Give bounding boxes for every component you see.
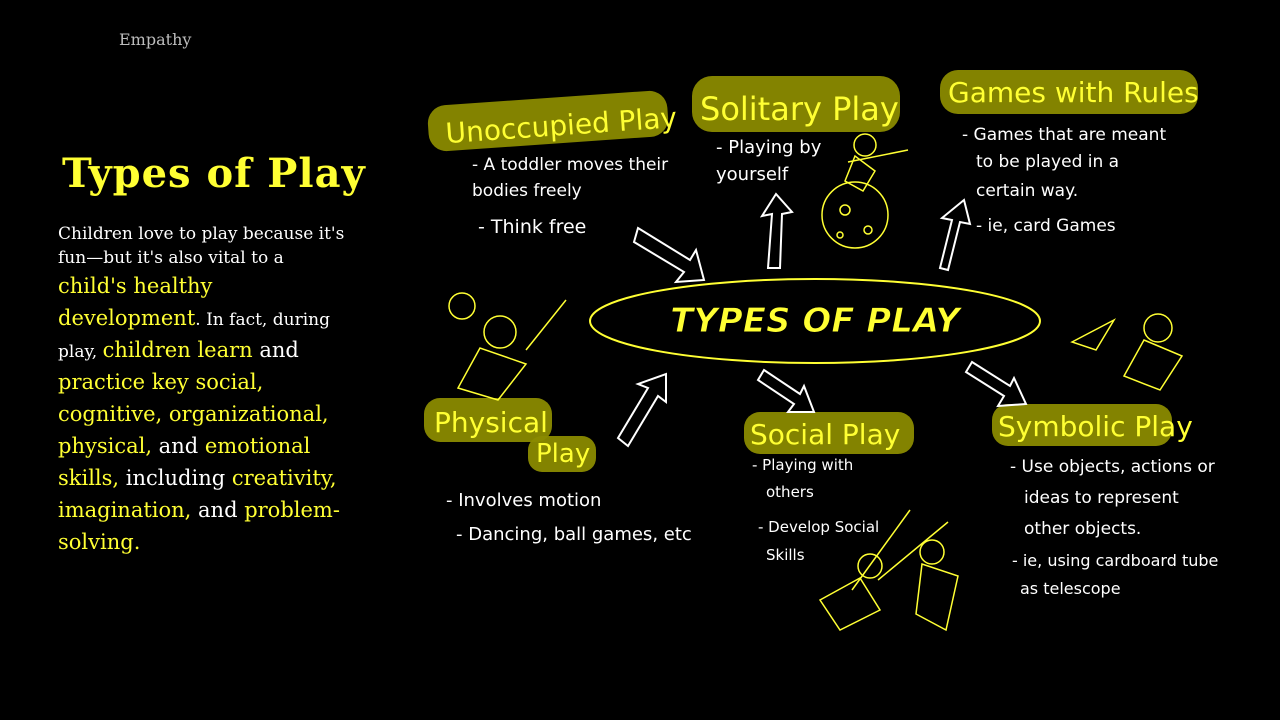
social-line-1: - Playing with <box>752 456 853 474</box>
node-unoccupied: Unoccupied Play - A toddler moves their … <box>427 90 678 238</box>
astronaut-paper-plane-icon <box>1070 313 1184 391</box>
unoccupied-line-1: - A toddler moves their <box>472 155 668 175</box>
arrow-icon <box>756 368 816 413</box>
games-line-3: certain way. <box>976 181 1078 201</box>
solitary-title: Solitary Play <box>700 90 899 128</box>
arrow-icon <box>759 192 794 269</box>
node-games: Games with Rules - Games that are meant … <box>940 70 1199 236</box>
solitary-line-2: yourself <box>716 164 789 185</box>
symbolic-title: Symbolic Play <box>998 410 1193 443</box>
body-p5: including <box>119 466 232 490</box>
social-line-3: - Develop Social <box>758 518 879 536</box>
types-of-play-diagram: TYPES OF PLAY Unoccupied Play - A toddle… <box>424 70 1218 632</box>
physical-line-2: - Dancing, ball games, etc <box>456 524 692 545</box>
astronaut-guitar-icon <box>821 133 909 249</box>
social-title: Social Play <box>750 418 900 451</box>
arrow-icon <box>938 198 972 272</box>
social-line-4: Skills <box>766 546 805 564</box>
astronaut-basketball-icon <box>448 292 567 401</box>
body-p4: and <box>152 434 205 458</box>
social-line-2: others <box>766 483 814 501</box>
arrow-icon <box>964 360 1028 408</box>
body-p6: and <box>191 498 245 522</box>
slide: Empathy Types of Play Children love to p… <box>0 0 1280 720</box>
games-title: Games with Rules <box>948 76 1199 109</box>
physical-title-1: Physical <box>434 406 548 439</box>
body-p1: Children love to play because it's fun—b… <box>58 224 345 268</box>
node-social: Social Play - Playing with others - Deve… <box>744 412 959 632</box>
node-physical: Physical Play - Involves motion - Dancin… <box>424 292 692 545</box>
slide-title: Types of Play <box>62 150 366 197</box>
solitary-line-1: - Playing by <box>716 137 822 158</box>
body-h2: children learn <box>102 338 253 362</box>
games-line-1: - Games that are meant <box>962 125 1166 145</box>
games-line-4: - ie, card Games <box>976 216 1116 236</box>
header-label: Empathy <box>119 30 192 49</box>
unoccupied-line-2: bodies freely <box>472 181 582 201</box>
body-p3: and <box>252 338 299 362</box>
body-text: Children love to play because it's fun—b… <box>58 222 348 558</box>
center-label: TYPES OF PLAY <box>670 301 963 341</box>
symbolic-line-1: - Use objects, actions or <box>1010 457 1215 477</box>
games-line-2: to be played in a <box>976 152 1119 172</box>
node-solitary: Solitary Play - Playing by yourself <box>692 76 909 249</box>
physical-line-1: - Involves motion <box>446 490 601 511</box>
node-symbolic: Symbolic Play - Use objects, actions or … <box>992 313 1218 598</box>
body-p7: . <box>133 530 141 554</box>
symbolic-line-3: other objects. <box>1024 519 1141 539</box>
arrow-icon <box>632 226 706 284</box>
unoccupied-line-3: - Think free <box>478 216 586 238</box>
body-h1: child's healthy development <box>58 274 213 330</box>
physical-title-2: Play <box>536 439 590 469</box>
symbolic-line-4: - ie, using cardboard tube <box>1012 551 1218 570</box>
symbolic-line-2: ideas to represent <box>1024 488 1179 508</box>
arrow-icon <box>616 372 667 448</box>
symbolic-line-5: as telescope <box>1020 579 1121 598</box>
